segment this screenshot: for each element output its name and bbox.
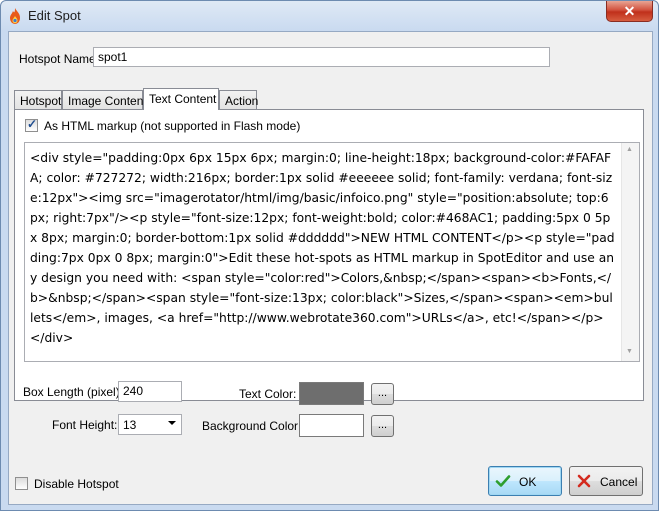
scroll-down-icon[interactable]: ▼: [626, 348, 633, 355]
html-markup-checkbox[interactable]: ✓: [25, 117, 38, 132]
flame-icon: [10, 8, 20, 24]
font-height-value: 13: [123, 418, 137, 432]
text-color-picker-button[interactable]: ...: [371, 383, 394, 405]
disable-hotspot-label: Disable Hotspot: [34, 477, 119, 491]
text-color-swatch: [299, 382, 364, 405]
background-color-label: Background Color:: [202, 419, 302, 433]
edit-spot-window: Edit Spot ✕ Hotspot Name: spot1 Hotspot …: [0, 0, 659, 511]
checkmark-icon: [495, 475, 511, 487]
font-height-label: Font Height:: [52, 418, 118, 432]
html-markup-label: As HTML markup (not supported in Flash m…: [44, 119, 301, 133]
tab-action[interactable]: Action: [219, 90, 258, 109]
box-length-label: Box Length (pixel):: [23, 385, 124, 399]
window-title: Edit Spot: [28, 8, 81, 23]
dialog-body: Hotspot Name: spot1 Hotspot Image Conten…: [8, 31, 653, 505]
title-bar[interactable]: Edit Spot ✕: [1, 1, 658, 31]
hotspot-name-input[interactable]: spot1: [93, 47, 550, 67]
scroll-up-icon[interactable]: ▲: [626, 146, 633, 153]
tab-text-content[interactable]: Text Content: [143, 88, 219, 110]
x-icon: [577, 474, 591, 488]
tab-hotspot[interactable]: Hotspot: [14, 90, 62, 109]
background-color-swatch: [299, 414, 364, 437]
background-color-picker-button[interactable]: ...: [371, 415, 394, 437]
cancel-button[interactable]: Cancel: [569, 466, 643, 496]
ok-button-label: OK: [519, 475, 537, 489]
html-content-text: <div style="padding:0px 6px 15px 6px; ma…: [30, 151, 615, 345]
hotspot-name-label: Hotspot Name:: [19, 52, 100, 66]
text-color-label: Text Color:: [239, 387, 297, 401]
vertical-scrollbar[interactable]: ▲ ▼: [621, 143, 639, 361]
close-icon: ✕: [623, 2, 636, 19]
disable-hotspot-checkbox[interactable]: [15, 477, 28, 490]
font-height-select[interactable]: 13: [118, 414, 182, 435]
box-length-input[interactable]: 240: [118, 381, 182, 402]
checkmark-icon: ✓: [27, 117, 38, 131]
cancel-button-label: Cancel: [600, 475, 638, 489]
chevron-down-icon: [168, 421, 176, 425]
ok-button[interactable]: OK: [488, 466, 562, 496]
tab-image-content[interactable]: Image Content: [62, 90, 147, 109]
close-button[interactable]: ✕: [606, 1, 653, 22]
html-content-textarea[interactable]: <div style="padding:0px 6px 15px 6px; ma…: [24, 142, 640, 362]
